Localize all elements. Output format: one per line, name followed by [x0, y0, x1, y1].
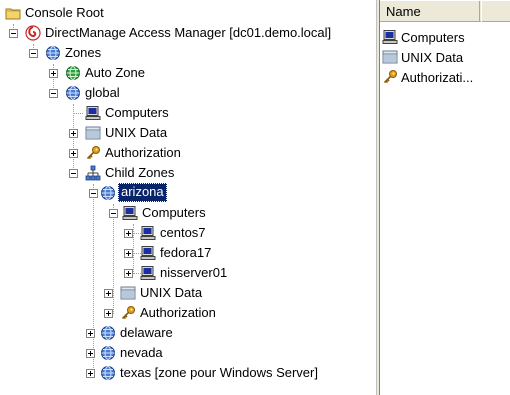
tree-item-fedora17[interactable]: fedora17 — [158, 244, 213, 261]
collapse-toggle[interactable] — [49, 89, 58, 98]
list-item-computers[interactable]: Computers — [382, 27, 465, 47]
globe-icon — [100, 365, 116, 381]
globe-green-icon — [65, 65, 81, 81]
expand-toggle[interactable] — [124, 229, 133, 238]
computer-icon — [122, 205, 138, 221]
tree-item-child-zones[interactable]: Child Zones — [103, 164, 176, 181]
expand-toggle[interactable] — [49, 69, 58, 78]
tree-item-centos7[interactable]: centos7 — [158, 224, 208, 241]
collapse-toggle[interactable] — [29, 49, 38, 58]
tree-item-global-unix-data[interactable]: UNIX Data — [103, 124, 169, 141]
expand-toggle[interactable] — [104, 309, 113, 318]
tree-item-delaware[interactable]: delaware — [118, 324, 175, 341]
tree-item-auto-zone[interactable]: Auto Zone — [83, 64, 147, 81]
tree-item-access-manager[interactable]: DirectManage Access Manager [dc01.demo.l… — [43, 24, 333, 41]
tree-item-texas[interactable]: texas [zone pour Windows Server] — [118, 364, 320, 381]
list-item-label: UNIX Data — [401, 49, 464, 65]
computer-icon — [382, 29, 398, 45]
key-icon — [382, 69, 398, 85]
tree-line — [73, 104, 74, 174]
tree-line — [93, 184, 94, 374]
computer-icon — [140, 225, 156, 241]
unix-data-icon — [382, 49, 398, 65]
globe-icon — [65, 85, 81, 101]
expand-toggle[interactable] — [124, 249, 133, 258]
tree-item-zones[interactable]: Zones — [63, 44, 103, 61]
list-item-authorization[interactable]: Authorizati... — [382, 67, 473, 87]
tree-item-console-root[interactable]: Console Root — [23, 4, 106, 21]
tree-item-nevada[interactable]: nevada — [118, 344, 165, 361]
globe-icon — [45, 45, 61, 61]
computer-icon — [140, 265, 156, 281]
folder-icon — [5, 5, 21, 21]
centrify-swirl-icon — [25, 25, 41, 41]
tree-line — [73, 113, 83, 114]
expand-toggle[interactable] — [69, 149, 78, 158]
tree-item-nisserver01[interactable]: nisserver01 — [158, 264, 229, 281]
globe-icon — [100, 345, 116, 361]
unix-data-icon — [85, 125, 101, 141]
column-header-empty[interactable] — [481, 1, 510, 22]
list-item-label: Computers — [401, 29, 465, 45]
expand-toggle[interactable] — [86, 349, 95, 358]
list-item-unix-data[interactable]: UNIX Data — [382, 47, 463, 67]
tree-item-global-authorization[interactable]: Authorization — [103, 144, 183, 161]
collapse-toggle[interactable] — [69, 169, 78, 178]
computer-icon — [85, 105, 101, 121]
tree-item-global[interactable]: global — [83, 84, 122, 101]
collapse-toggle[interactable] — [89, 189, 98, 198]
collapse-toggle[interactable] — [109, 209, 118, 218]
expand-toggle[interactable] — [104, 289, 113, 298]
result-list[interactable]: Name Computers UNIX Data Authorizati... — [380, 0, 510, 395]
tree-item-global-computers[interactable]: Computers — [103, 104, 171, 121]
tree-item-arizona-computers[interactable]: Computers — [140, 204, 208, 221]
tree-item-arizona-unix-data[interactable]: UNIX Data — [138, 284, 204, 301]
list-item-label: Authorizati... — [401, 69, 474, 85]
globe-icon — [100, 325, 116, 341]
expand-toggle[interactable] — [86, 329, 95, 338]
globe-icon — [100, 185, 116, 201]
tree-item-arizona[interactable]: arizona — [118, 183, 167, 202]
key-icon — [85, 145, 101, 161]
tree-item-arizona-authorization[interactable]: Authorization — [138, 304, 218, 321]
expand-toggle[interactable] — [86, 369, 95, 378]
expand-toggle[interactable] — [124, 269, 133, 278]
console-tree[interactable]: Console Root DirectManage Access Manager… — [0, 0, 376, 395]
child-zones-icon — [85, 165, 101, 181]
unix-data-icon — [120, 285, 136, 301]
key-icon — [120, 305, 136, 321]
computer-icon — [140, 245, 156, 261]
tree-line — [133, 224, 134, 274]
column-header-name[interactable]: Name — [380, 1, 480, 22]
collapse-toggle[interactable] — [9, 29, 18, 38]
tree-line — [113, 204, 114, 314]
list-header: Name — [380, 0, 510, 22]
expand-toggle[interactable] — [69, 129, 78, 138]
